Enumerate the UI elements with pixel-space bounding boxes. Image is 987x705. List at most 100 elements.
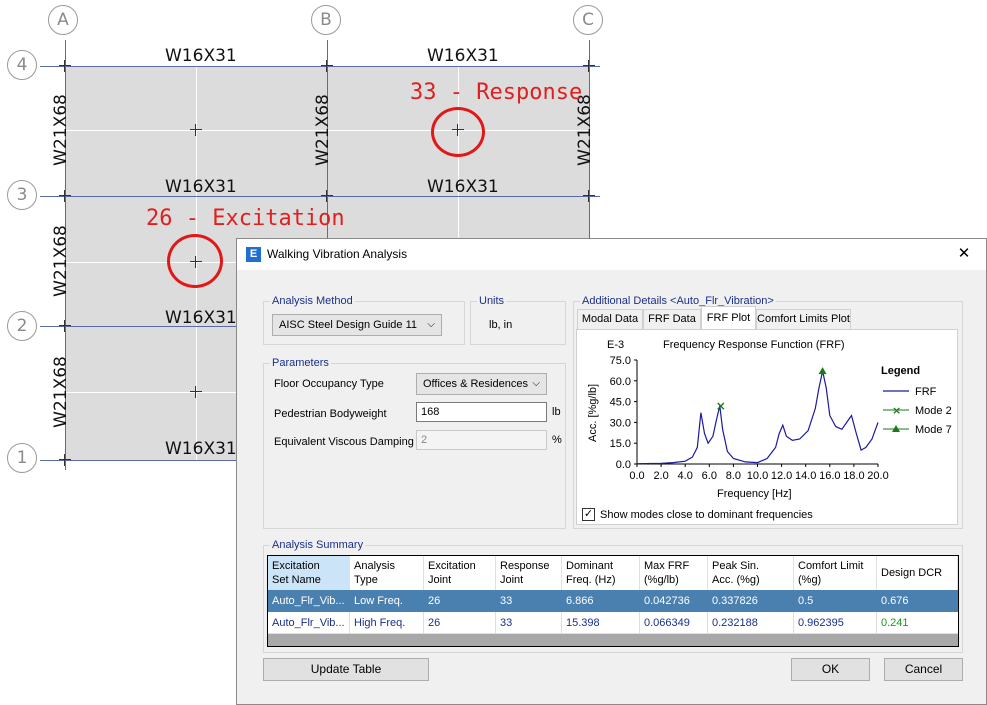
excitation-annotation: 26 - Excitation xyxy=(146,206,345,231)
close-icon[interactable]: ✕ xyxy=(952,244,976,264)
table-cell: 26 xyxy=(428,595,441,607)
grid-bubble-row: 3 xyxy=(7,180,37,210)
beam-label-vertical: W21X68 xyxy=(50,225,71,297)
frf-plot-panel: E-3 Frequency Response Function (FRF) Fr… xyxy=(576,329,958,525)
bodyweight-unit: lb xyxy=(552,406,561,418)
legend-frf-label: FRF xyxy=(915,386,937,398)
table-cell: 0.066349 xyxy=(640,612,708,634)
chevron-down-icon: ⌵ xyxy=(532,378,540,389)
beam-label: W16X31 xyxy=(427,46,499,66)
beam-label: W16X31 xyxy=(427,177,499,197)
grid-bubble-row: 1 xyxy=(7,443,37,473)
table-scroll-area[interactable] xyxy=(268,634,958,646)
tab-modal-data[interactable]: Modal Data xyxy=(577,309,643,329)
show-modes-checkbox[interactable]: ✓ xyxy=(582,508,595,521)
beam-label-vertical: W21X68 xyxy=(50,94,71,166)
ok-button[interactable]: OK xyxy=(791,658,870,681)
column-header[interactable]: Excitation Set Name xyxy=(268,556,350,590)
series-line-frf xyxy=(636,370,879,465)
y-tick-label: 45.0 xyxy=(610,397,631,409)
cancel-button[interactable]: Cancel xyxy=(884,658,963,681)
table-cell: 0.676 xyxy=(881,595,909,607)
column-header[interactable]: Max FRF (%g/lb) xyxy=(640,556,708,590)
column-header[interactable]: Response Joint xyxy=(496,556,562,590)
y-tick-label: 15.0 xyxy=(610,438,631,450)
floor-occupancy-select[interactable]: Offices & Residences ⌵ xyxy=(416,373,547,395)
joint-marker xyxy=(59,454,71,466)
column-header[interactable]: Analysis Type xyxy=(350,556,424,590)
joint-marker xyxy=(59,60,71,72)
table-cell: 0.962395 xyxy=(794,612,877,634)
x-tick-label: 18.0 xyxy=(843,470,864,482)
table-cell: 0.232188 xyxy=(708,612,794,634)
x-tick-label: 2.0 xyxy=(653,470,668,482)
mode-7-marker xyxy=(818,367,827,375)
chart-multiplier: E-3 xyxy=(607,339,624,351)
beam-label: W16X31 xyxy=(165,46,237,66)
table-cell: 33 xyxy=(496,612,562,634)
beam-label: W16X31 xyxy=(165,308,237,328)
beam-line xyxy=(40,66,600,67)
group-title: Parameters xyxy=(270,357,331,369)
dialog-title: Walking Vibration Analysis xyxy=(267,247,408,261)
analysis-method-select[interactable]: AISC Steel Design Guide 11 ⌵ xyxy=(272,314,442,336)
chevron-down-icon: ⌵ xyxy=(427,319,435,330)
column-header[interactable]: Peak Sin. Acc. (%g) xyxy=(708,556,794,590)
column-header[interactable]: Comfort Limit (%g) xyxy=(794,556,877,590)
tab-frf-plot[interactable]: FRF Plot xyxy=(701,306,756,330)
bodyweight-input[interactable]: 168 xyxy=(416,402,547,422)
grid-bubble-col: A xyxy=(48,5,78,35)
x-tick-label: 16.0 xyxy=(819,470,840,482)
frf-chart: E-3 Frequency Response Function (FRF) Fr… xyxy=(587,339,952,500)
table-row[interactable]: Auto_Flr_Vib... Low Freq. 26 33 6.866 0.… xyxy=(268,590,958,612)
grid-bubble-col: C xyxy=(573,5,603,35)
group-title: Units xyxy=(477,295,507,307)
tab-comfort-limits-plot[interactable]: Comfort Limits Plot xyxy=(756,309,851,329)
tab-frf-data[interactable]: FRF Data xyxy=(643,309,701,329)
response-circle xyxy=(431,107,485,157)
column-header[interactable]: Design DCR xyxy=(877,556,958,590)
joint-marker xyxy=(583,60,595,72)
joint-marker xyxy=(321,60,333,72)
update-table-button[interactable]: Update Table xyxy=(263,658,429,681)
table-row[interactable]: Auto_Flr_Vib... High Freq. 26 33 15.398 … xyxy=(268,612,958,634)
chart-ylabel: Acc. [%g/lb] xyxy=(587,384,599,442)
table-cell: Auto_Flr_Vib... xyxy=(272,595,345,607)
legend-mode2-label: Mode 2 xyxy=(915,405,952,417)
damping-unit: % xyxy=(552,434,562,446)
column-header[interactable]: Dominant Freq. (Hz) xyxy=(562,556,640,590)
group-title: Analysis Method xyxy=(270,295,355,307)
summary-table: Excitation Set Name Analysis Type Excita… xyxy=(267,555,959,647)
group-title: Analysis Summary xyxy=(270,539,366,551)
table-cell: 0.337826 xyxy=(712,595,758,607)
table-cell: 33 xyxy=(500,595,513,607)
legend-mode2-icon: × xyxy=(892,404,901,417)
x-tick-label: 0.0 xyxy=(629,470,644,482)
floor-occupancy-value: Offices & Residences xyxy=(423,378,528,390)
table-cell: High Freq. xyxy=(350,612,424,634)
analysis-method-value: AISC Steel Design Guide 11 xyxy=(279,319,417,331)
floor-occupancy-label: Floor Occupancy Type xyxy=(274,378,384,390)
y-tick-label: 30.0 xyxy=(610,417,631,429)
damping-input[interactable]: 2 xyxy=(416,430,547,450)
table-cell: 6.866 xyxy=(566,595,594,607)
grid-bubble-col: B xyxy=(311,5,341,35)
x-tick-label: 14.0 xyxy=(795,470,816,482)
column-header[interactable]: Excitation Joint xyxy=(424,556,496,590)
grid-bubble-row: 4 xyxy=(7,50,37,80)
grid-bubble-row: 2 xyxy=(7,311,37,341)
parameters-group: Parameters Floor Occupancy Type Offices … xyxy=(263,357,566,529)
table-cell: Auto_Flr_Vib... xyxy=(268,612,350,634)
x-tick-label: 4.0 xyxy=(678,470,693,482)
joint-marker xyxy=(190,124,202,136)
app-icon: E xyxy=(246,247,261,262)
plot-area: 0.015.030.045.060.075.00.0 2.0 4.0 6.0 8.0 10… xyxy=(610,355,889,482)
joint-marker xyxy=(583,190,595,202)
table-cell: 0.5 xyxy=(798,595,814,607)
x-tick-label: 20.0 xyxy=(867,470,888,482)
y-tick-label: 75.0 xyxy=(610,355,631,367)
table-cell: 0.042736 xyxy=(644,595,690,607)
dialog-titlebar: E Walking Vibration Analysis ✕ xyxy=(237,239,986,270)
chart-xlabel: Frequency [Hz] xyxy=(717,488,792,500)
joint-marker xyxy=(321,190,333,202)
